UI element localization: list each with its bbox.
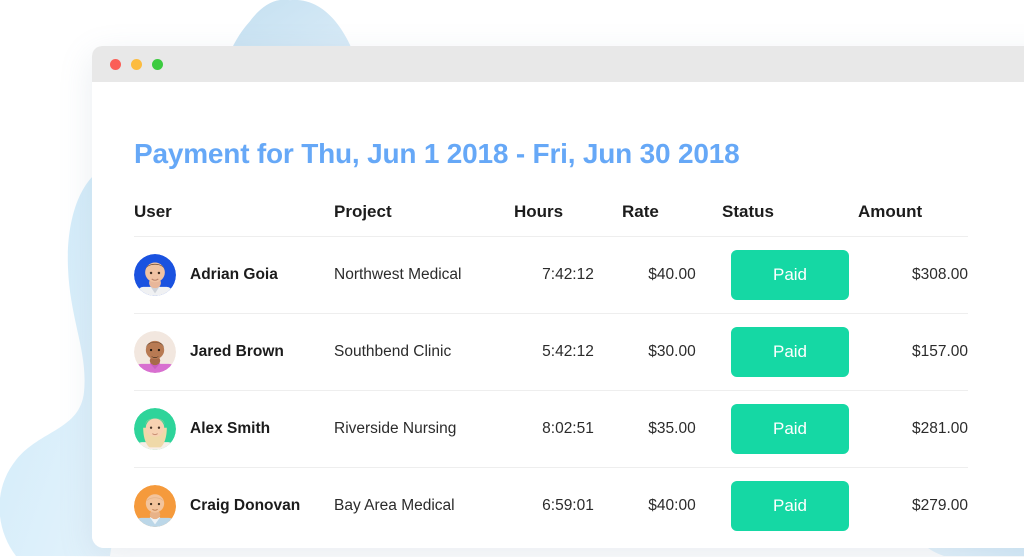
cell-project: Riverside Nursing bbox=[334, 390, 514, 468]
cell-amount: $157.00 bbox=[858, 313, 968, 391]
cell-rate: $30.00 bbox=[622, 313, 722, 391]
avatar-jared-brown bbox=[134, 331, 176, 373]
cell-status: Paid bbox=[722, 467, 858, 545]
cell-amount: $308.00 bbox=[858, 236, 968, 314]
cell-hours: 8:02:51 bbox=[514, 390, 622, 468]
column-header-hours[interactable]: Hours bbox=[514, 202, 622, 237]
user-name: Jared Brown bbox=[190, 343, 284, 360]
window-content: Payment for Thu, Jun 1 2018 - Fri, Jun 3… bbox=[92, 82, 1024, 548]
column-header-amount[interactable]: Amount bbox=[858, 202, 968, 237]
avatar-alex-smith bbox=[134, 408, 176, 450]
table-header: User Project Hours Rate Status Amount bbox=[134, 202, 968, 237]
user-cell: Craig Donovan bbox=[134, 485, 334, 528]
avatar-craig-donovan bbox=[134, 485, 176, 528]
cell-rate: $40:00 bbox=[622, 467, 722, 545]
user-cell: Adrian Goia bbox=[134, 254, 334, 296]
cell-amount: $281.00 bbox=[858, 390, 968, 468]
user-cell: Jared Brown bbox=[134, 331, 334, 373]
table-header-row: User Project Hours Rate Status Amount bbox=[134, 202, 968, 237]
cell-user: Jared Brown bbox=[134, 313, 334, 391]
column-header-rate[interactable]: Rate bbox=[622, 202, 722, 237]
minimize-window-button[interactable] bbox=[131, 58, 142, 70]
cell-hours: 6:59:01 bbox=[514, 467, 622, 545]
maximize-window-button[interactable] bbox=[152, 58, 163, 70]
cell-project: Northwest Medical bbox=[334, 236, 514, 314]
table-row[interactable]: Jared Brown Southbend Clinic 5:42:12 $30… bbox=[134, 313, 968, 391]
page-title: Payment for Thu, Jun 1 2018 - Fri, Jun 3… bbox=[134, 138, 740, 169]
cell-user: Adrian Goia bbox=[134, 236, 334, 314]
status-badge-paid[interactable]: Paid bbox=[731, 327, 849, 377]
column-header-user[interactable]: User bbox=[134, 202, 334, 237]
user-cell: Alex Smith bbox=[134, 408, 334, 450]
cell-project: Southbend Clinic bbox=[334, 313, 514, 391]
cell-user: Craig Donovan bbox=[134, 467, 334, 545]
close-window-button[interactable] bbox=[110, 58, 121, 70]
window-titlebar bbox=[92, 46, 1024, 82]
cell-user: Alex Smith bbox=[134, 390, 334, 468]
cell-hours: 5:42:12 bbox=[514, 313, 622, 391]
browser-window: Payment for Thu, Jun 1 2018 - Fri, Jun 3… bbox=[92, 46, 1024, 548]
payments-table: User Project Hours Rate Status Amount Ad… bbox=[134, 202, 968, 545]
table-row[interactable]: Alex Smith Riverside Nursing 8:02:51 $35… bbox=[134, 390, 968, 468]
cell-status: Paid bbox=[722, 236, 858, 314]
user-name: Alex Smith bbox=[190, 420, 271, 437]
status-badge-paid[interactable]: Paid bbox=[731, 481, 849, 532]
cell-hours: 7:42:12 bbox=[514, 236, 622, 314]
column-header-project[interactable]: Project bbox=[334, 202, 514, 237]
cell-rate: $40.00 bbox=[622, 236, 722, 314]
user-name: Adrian Goia bbox=[190, 266, 278, 283]
cell-amount: $279.00 bbox=[858, 467, 968, 545]
table-row[interactable]: Adrian Goia Northwest Medical 7:42:12 $4… bbox=[134, 236, 968, 314]
column-header-status[interactable]: Status bbox=[722, 202, 858, 237]
status-badge-paid[interactable]: Paid bbox=[731, 250, 849, 300]
status-badge-paid[interactable]: Paid bbox=[731, 404, 849, 454]
cell-status: Paid bbox=[722, 313, 858, 391]
avatar-adrian-goia bbox=[134, 254, 176, 296]
cell-project: Bay Area Medical bbox=[334, 467, 514, 545]
user-name: Craig Donovan bbox=[190, 497, 301, 515]
cell-rate: $35.00 bbox=[622, 390, 722, 468]
cell-status: Paid bbox=[722, 390, 858, 468]
screen: Payment for Thu, Jun 1 2018 - Fri, Jun 3… bbox=[0, 0, 1024, 557]
table-body: Adrian Goia Northwest Medical 7:42:12 $4… bbox=[134, 236, 968, 545]
table-row[interactable]: Craig Donovan Bay Area Medical 6:59:01 $… bbox=[134, 467, 968, 545]
